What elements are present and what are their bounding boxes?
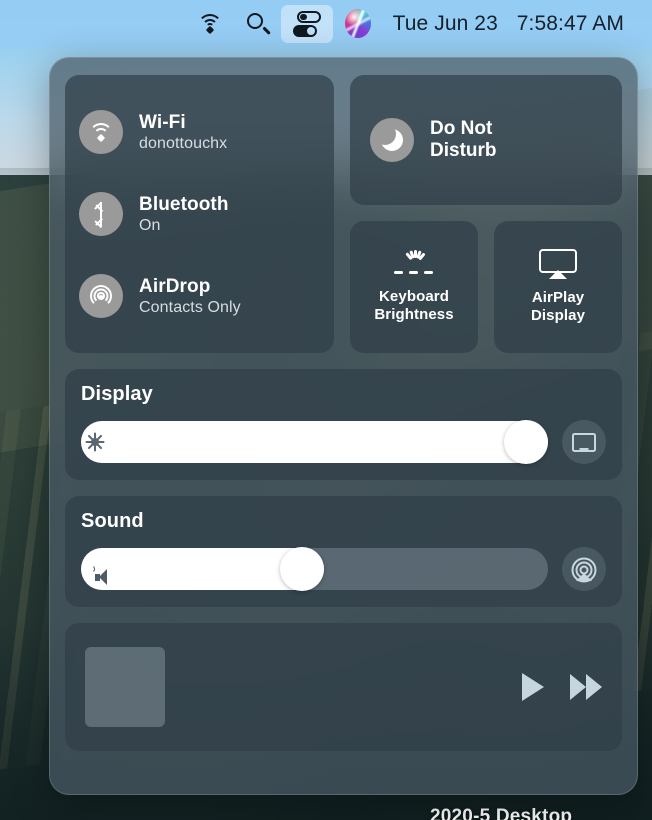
connectivity-item-wifi[interactable]: Wi-Fi donottouchx	[79, 96, 320, 168]
airdrop-icon	[79, 274, 123, 318]
connectivity-module: Wi-Fi donottouchx Bluetooth On AirDrop C…	[65, 75, 335, 353]
control-center-top-row: Wi-Fi donottouchx Bluetooth On AirDrop C…	[65, 75, 623, 353]
play-icon[interactable]	[522, 673, 544, 701]
display-slider-fill	[81, 421, 548, 463]
airplay-display-tile[interactable]: AirPlay Display	[494, 221, 623, 353]
wifi-icon	[197, 14, 223, 35]
display-title: Display	[81, 383, 153, 405]
sound-slider-knob[interactable]	[279, 547, 324, 591]
bluetooth-status: On	[139, 216, 161, 234]
airplay-display-icon	[539, 249, 578, 279]
wifi-title: Wi-Fi	[139, 111, 186, 133]
display-mirror-icon	[572, 432, 596, 452]
keyboard-brightness-tile[interactable]: Keyboard Brightness	[350, 221, 479, 353]
display-brightness-slider[interactable]	[81, 420, 548, 464]
connectivity-item-airdrop[interactable]: AirDrop Contacts Only	[79, 260, 320, 332]
display-mirror-button[interactable]	[562, 420, 606, 464]
airplay-audio-icon	[571, 556, 597, 583]
wifi-status: donottouchx	[139, 134, 228, 152]
bluetooth-icon	[79, 192, 123, 236]
do-not-disturb-label-line1: Do Not	[430, 117, 493, 139]
wifi-icon	[79, 110, 123, 154]
do-not-disturb-label-line2: Disturb	[430, 140, 497, 161]
airplay-display-label-line2: Display	[530, 307, 586, 324]
menubar-time: 7:58:47 AM	[516, 11, 624, 35]
sound-title: Sound	[81, 510, 144, 532]
display-slider-knob[interactable]	[504, 420, 548, 464]
control-center-tile-row: Keyboard Brightness AirPlay Display	[350, 221, 623, 353]
control-center-right-column: Do Not Disturb Keyboard Brightness AirPl…	[350, 75, 623, 353]
menubar-siri-button[interactable]	[333, 5, 383, 43]
menubar-control-center-button[interactable]	[280, 4, 333, 43]
connectivity-item-bluetooth[interactable]: Bluetooth On	[79, 178, 320, 250]
moon-icon	[370, 118, 415, 162]
airplay-audio-button[interactable]	[562, 547, 606, 591]
siri-icon	[344, 9, 371, 38]
menu-bar: Tue Jun 23 7:58:47 AM	[0, 0, 652, 47]
control-center-icon	[292, 10, 321, 37]
menubar-spotlight-button[interactable]	[235, 5, 281, 43]
airplay-display-label-line1: AirPlay	[531, 289, 585, 306]
keyboard-brightness-label-line1: Keyboard	[379, 288, 449, 305]
menubar-wifi-button[interactable]	[186, 5, 235, 43]
menubar-date: Tue Jun 23	[392, 11, 498, 35]
desktop-icon-label: 2020-5 Desktop	[430, 806, 573, 820]
do-not-disturb-tile[interactable]: Do Not Disturb	[350, 75, 622, 205]
search-icon	[246, 12, 271, 35]
bluetooth-title: Bluetooth	[139, 193, 229, 215]
keyboard-brightness-label-line2: Brightness	[374, 306, 454, 323]
control-center-panel: Wi-Fi donottouchx Bluetooth On AirDrop C…	[49, 57, 638, 795]
album-artwork-placeholder	[85, 647, 165, 727]
fast-forward-icon[interactable]	[570, 674, 602, 700]
sound-module: Sound	[65, 496, 622, 607]
airdrop-title: AirDrop	[139, 275, 211, 297]
airdrop-status: Contacts Only	[139, 298, 241, 316]
sound-volume-slider[interactable]	[81, 547, 548, 591]
menubar-clock[interactable]: Tue Jun 23 7:58:47 AM	[383, 12, 626, 36]
now-playing-module	[65, 623, 622, 751]
display-module: Display	[65, 369, 622, 480]
keyboard-brightness-icon	[392, 250, 436, 278]
